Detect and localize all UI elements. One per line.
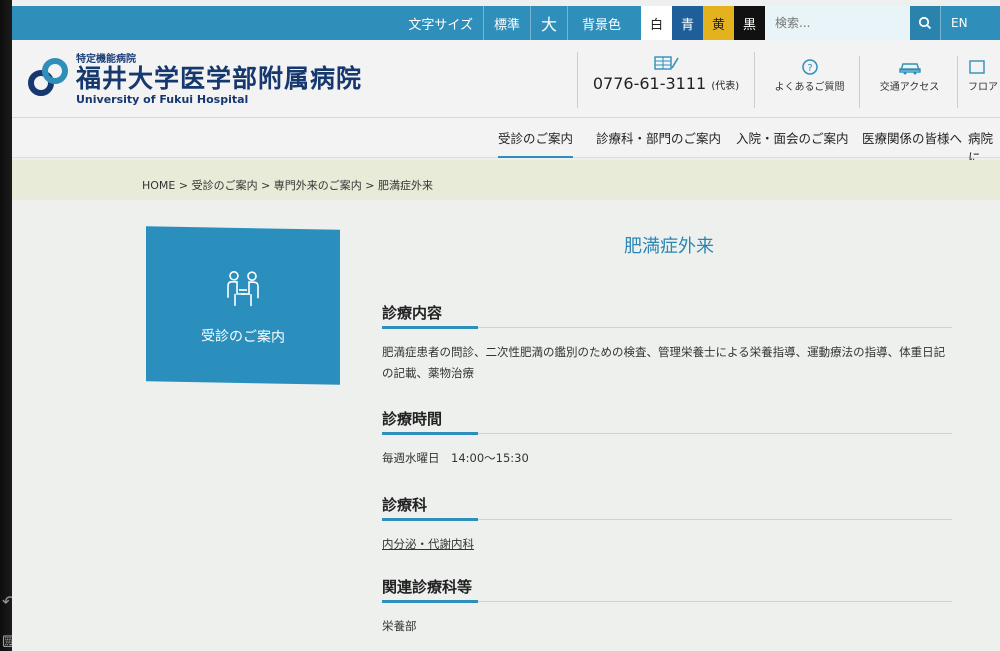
- section-heading: 診療内容: [382, 302, 952, 329]
- font-size-large-button[interactable]: 大: [529, 6, 567, 40]
- font-size-standard-button[interactable]: 標準: [482, 6, 530, 40]
- breadcrumb-bar: HOME > 受診のご案内 > 専門外来のご案内 > 肥満症外来: [12, 160, 1000, 200]
- section-body: 毎週水曜日 14:00～15:30: [382, 451, 529, 465]
- section-heading: 関連診療科等: [382, 576, 952, 603]
- phone-note: (代表): [711, 81, 740, 92]
- section-treatment: 診療内容 肥満症患者の問診、二次性肥満の鑑別のための検査、管理栄養士による栄養指…: [382, 302, 952, 384]
- search-input[interactable]: [765, 6, 910, 40]
- consultation-card[interactable]: 受診のご案内: [146, 226, 340, 385]
- nav-departments[interactable]: 診療科・部門のご案内: [596, 128, 721, 147]
- logo-mark-icon: [28, 58, 68, 96]
- site-header: 特定機能病院 福井大学医学部附属病院 University of Fukui H…: [12, 40, 1000, 118]
- bg-color-label: 背景色: [566, 6, 635, 40]
- bg-yellow-button[interactable]: 黄: [703, 6, 734, 40]
- section-body: 肥満症患者の問診、二次性肥満の鑑別のための検査、管理栄養士による栄養指導、運動療…: [382, 345, 946, 380]
- section-heading: 診療科: [382, 494, 952, 521]
- bg-white-button[interactable]: 白: [641, 6, 672, 40]
- phone-number: 0776-61-3111: [592, 74, 707, 93]
- section-department: 診療科 内分泌・代謝内科: [382, 494, 952, 555]
- section-related: 関連診療科等 栄養部: [382, 576, 952, 637]
- phone-block: 0776-61-3111 (代表): [577, 52, 755, 108]
- floor-map-icon: [969, 60, 985, 74]
- access-link[interactable]: 交通アクセス: [862, 56, 958, 108]
- section-hours: 診療時間 毎週水曜日 14:00～15:30: [382, 408, 952, 469]
- doctor-patient-icon: [227, 271, 259, 307]
- floor-link[interactable]: フロア: [962, 56, 1000, 108]
- logo-subtitle: 特定機能病院: [76, 54, 136, 65]
- section-heading: 診療時間: [382, 408, 952, 435]
- nav-admission[interactable]: 入院・面会のご案内: [736, 128, 849, 147]
- font-size-label: 文字サイズ: [408, 17, 473, 33]
- hospital-logo[interactable]: 特定機能病院 福井大学医学部附属病院 University of Fukui H…: [26, 50, 362, 106]
- page-title: 肥満症外来: [624, 236, 714, 257]
- nav-medical-professionals[interactable]: 医療関係の皆様へ: [862, 128, 962, 147]
- faq-link[interactable]: ? よくあるご質問: [760, 56, 860, 108]
- floor-label: フロア: [968, 82, 998, 93]
- phone-book-icon: [654, 56, 679, 70]
- question-icon: ?: [801, 59, 818, 75]
- logo-english: University of Fukui Hospital: [76, 93, 249, 106]
- faq-label: よくあるご質問: [774, 82, 845, 93]
- language-button[interactable]: EN: [940, 6, 1000, 40]
- breadcrumb[interactable]: HOME > 受診のご案内 > 専門外来のご案内 > 肥満症外来: [142, 177, 433, 193]
- search-button[interactable]: [910, 6, 940, 40]
- main-navigation: 受診のご案内 診療科・部門のご案内 入院・面会のご案内 医療関係の皆様へ 病院に: [12, 118, 1000, 165]
- browser-viewport: 文字サイズ 標準 大 背景色 白 青 黄 黒 EN 特定機能病院 福井大学医学部…: [12, 0, 1000, 651]
- nav-consultation[interactable]: 受診のご案内: [498, 128, 574, 158]
- car-icon: [898, 63, 921, 75]
- bg-blue-button[interactable]: 青: [672, 6, 703, 40]
- logo-name: 福井大学医学部附属病院: [76, 64, 363, 93]
- access-label: 交通アクセス: [879, 82, 940, 93]
- main-content: 受診のご案内 肥満症外来 診療内容 肥満症患者の問診、二次性肥満の鑑別のための検…: [12, 200, 1000, 651]
- svg-text:?: ?: [807, 63, 812, 74]
- section-body: 栄養部: [382, 619, 417, 633]
- search-icon: [918, 16, 932, 30]
- consultation-card-label: 受診のご案内: [201, 328, 285, 346]
- bg-black-button[interactable]: 黒: [734, 6, 765, 40]
- department-link[interactable]: 内分泌・代謝内科: [382, 537, 474, 551]
- utility-bar: 文字サイズ 標準 大 背景色 白 青 黄 黒 EN: [12, 6, 1000, 40]
